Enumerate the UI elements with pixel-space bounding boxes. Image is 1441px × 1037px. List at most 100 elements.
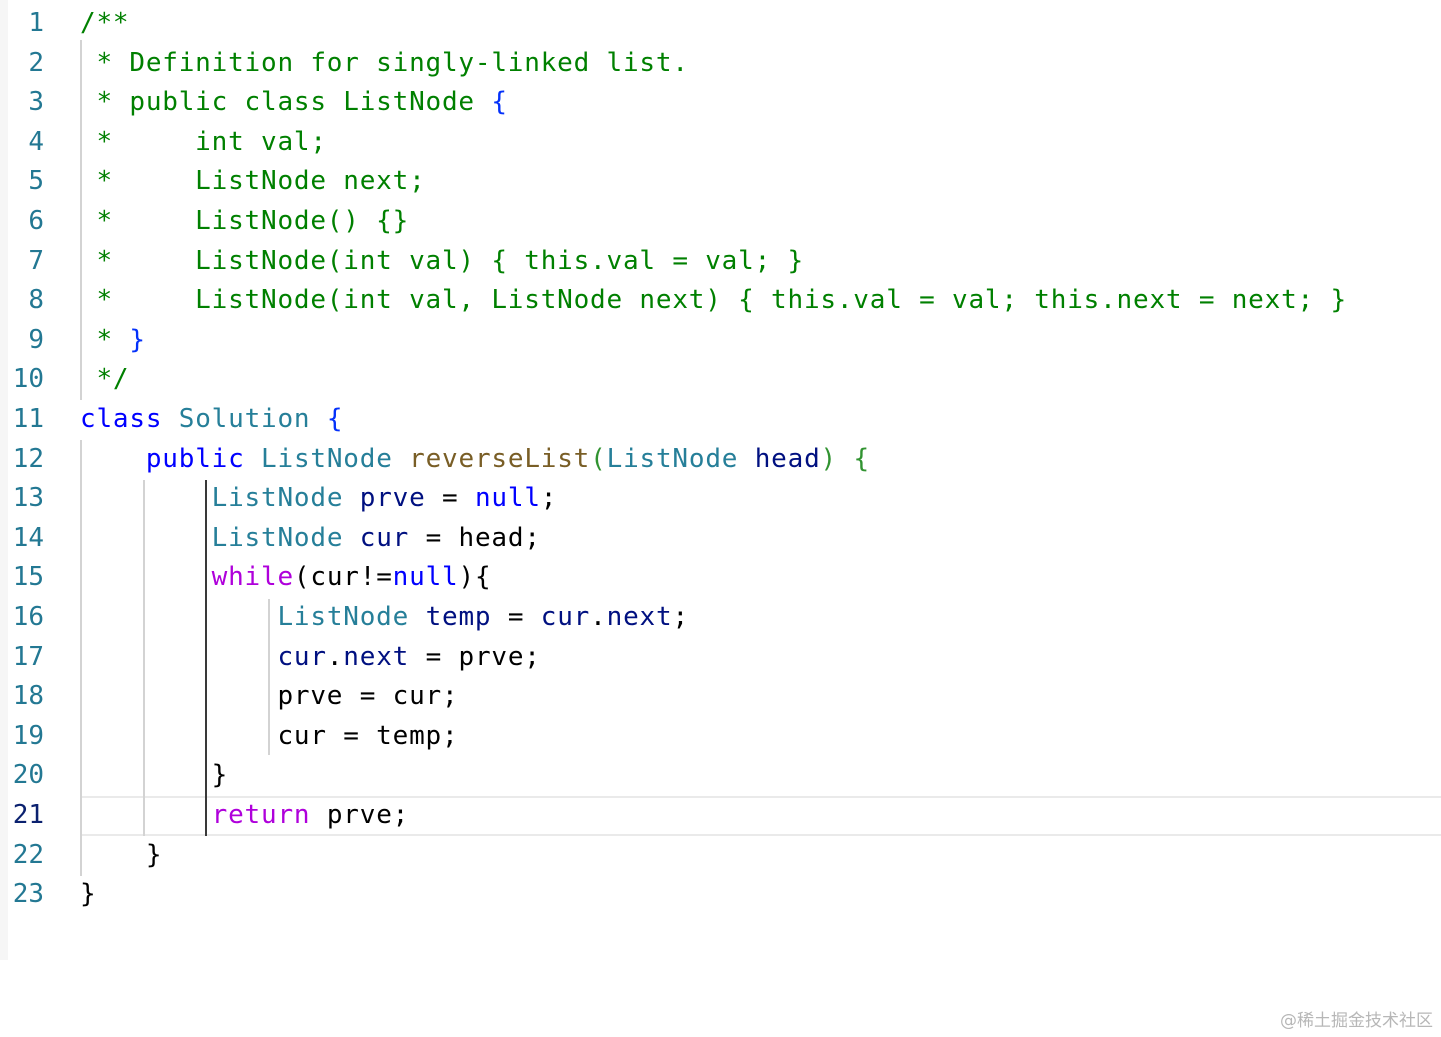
code-token: next [343, 641, 410, 672]
code-line[interactable]: 18 prve = cur; [0, 677, 1441, 717]
watermark: @稀土掘金技术社区 [1280, 1011, 1433, 1031]
code-editor[interactable]: 1 /** 2 * Definition for singly-linked lis… [0, 0, 1441, 960]
code-token: ){ [458, 562, 492, 593]
line-number: 4 [28, 126, 44, 157]
code-token: Solution [178, 404, 311, 434]
code-text: ListNode prve = null; [80, 479, 557, 519]
code-token: } [80, 839, 163, 870]
code-token: ; [672, 602, 689, 632]
code-token: ListNode [606, 443, 739, 474]
code-text: return prve; [80, 796, 409, 836]
code-token: while [211, 562, 294, 593]
code-token: */ [80, 364, 130, 395]
code-text: ListNode temp = cur.next; [80, 598, 689, 638]
code-line[interactable]: 3 * public class ListNode { [0, 83, 1441, 123]
line-number: 1 [28, 8, 44, 38]
code-token: = [409, 522, 459, 553]
indent-guide-while [268, 599, 270, 755]
code-line[interactable]: 13 ListNode prve = null; [0, 479, 1441, 519]
indent-guide-comment [80, 40, 82, 400]
indent-guide-method-active [205, 480, 207, 836]
code-token: (cur!= [293, 562, 393, 593]
code-line[interactable]: 9 * } [0, 321, 1441, 361]
line-number: 18 [12, 681, 44, 712]
code-line[interactable]: 23} [0, 875, 1441, 915]
line-number: 2 [28, 47, 44, 78]
code-token: prve [359, 483, 426, 514]
code-token: = [425, 483, 475, 514]
code-token: { [853, 443, 870, 474]
line-number: 20 [12, 760, 44, 791]
code-line[interactable]: 7 * ListNode(int val) { this.val = val; … [0, 242, 1441, 282]
line-number: 17 [12, 641, 44, 672]
code-line[interactable]: 14 ListNode cur = head; [0, 519, 1441, 559]
code-token: head [754, 443, 821, 474]
code-text: * int val; [80, 123, 327, 163]
code-text: cur.next = prve; [80, 638, 541, 678]
code-token: . [590, 602, 607, 632]
code-text: * Definition for singly-linked list. [80, 44, 689, 84]
line-number: 13 [12, 483, 44, 514]
code-line[interactable]: 22 } [0, 836, 1441, 876]
code-line[interactable]: 5 * ListNode next; [0, 162, 1441, 202]
code-token: prve; [310, 800, 410, 830]
code-token: } [129, 324, 146, 355]
code-line[interactable]: 6 * ListNode() {} [0, 202, 1441, 242]
code-line[interactable]: 17 cur.next = prve; [0, 638, 1441, 678]
code-token: * public class ListNode [80, 87, 492, 118]
indent-guide-method-outer [143, 480, 145, 836]
code-line[interactable]: 4 * int val; [0, 123, 1441, 163]
line-number: 12 [12, 443, 44, 474]
code-token: ( [590, 443, 607, 474]
line-number: 19 [12, 720, 44, 751]
code-line[interactable]: 12 public ListNode reverseList(ListNode … [0, 440, 1441, 480]
line-number: 21 [12, 800, 44, 830]
code-text: * ListNode next; [80, 162, 426, 202]
code-token: cur [540, 602, 591, 632]
code-token: ; [540, 483, 558, 514]
line-number: 10 [12, 364, 44, 395]
code-token: * ListNode() {} [80, 206, 410, 236]
code-token: next [606, 602, 673, 632]
line-number: 6 [28, 206, 44, 236]
code-text: while(cur!=null){ [80, 558, 491, 598]
code-token: null [392, 562, 459, 593]
line-number: 9 [28, 324, 44, 355]
code-token: { [491, 87, 508, 118]
code-line[interactable]: 19 cur = temp; [0, 717, 1441, 757]
code-text: /** [80, 4, 129, 44]
code-line[interactable]: 16 ListNode temp = cur.next; [0, 598, 1441, 638]
code-token: { [326, 404, 344, 434]
line-number: 11 [12, 404, 44, 434]
line-number: 15 [12, 562, 44, 593]
code-line[interactable]: 8 * ListNode(int val, ListNode next) { t… [0, 281, 1441, 321]
code-token: ListNode [211, 483, 344, 514]
code-token: temp [425, 602, 492, 632]
code-line[interactable]: 20 } [0, 756, 1441, 796]
code-text: ListNode cur = head; [80, 519, 541, 559]
code-line[interactable]: 1 /** [0, 4, 1441, 44]
code-token: ListNode [261, 443, 393, 474]
code-line[interactable]: 21 return prve; [0, 796, 1441, 836]
code-text: * public class ListNode { [80, 83, 508, 123]
line-number: 23 [12, 879, 44, 910]
code-line[interactable]: 10 */ [0, 360, 1441, 400]
code-line[interactable]: 2 * Definition for singly-linked list. [0, 44, 1441, 84]
line-number: 16 [12, 602, 44, 632]
line-number: 7 [28, 245, 44, 276]
code-line[interactable]: 15 while(cur!=null){ [0, 558, 1441, 598]
code-token: null [474, 483, 541, 514]
code-line[interactable]: 11 class Solution { [0, 400, 1441, 440]
code-token: cur [359, 522, 410, 553]
